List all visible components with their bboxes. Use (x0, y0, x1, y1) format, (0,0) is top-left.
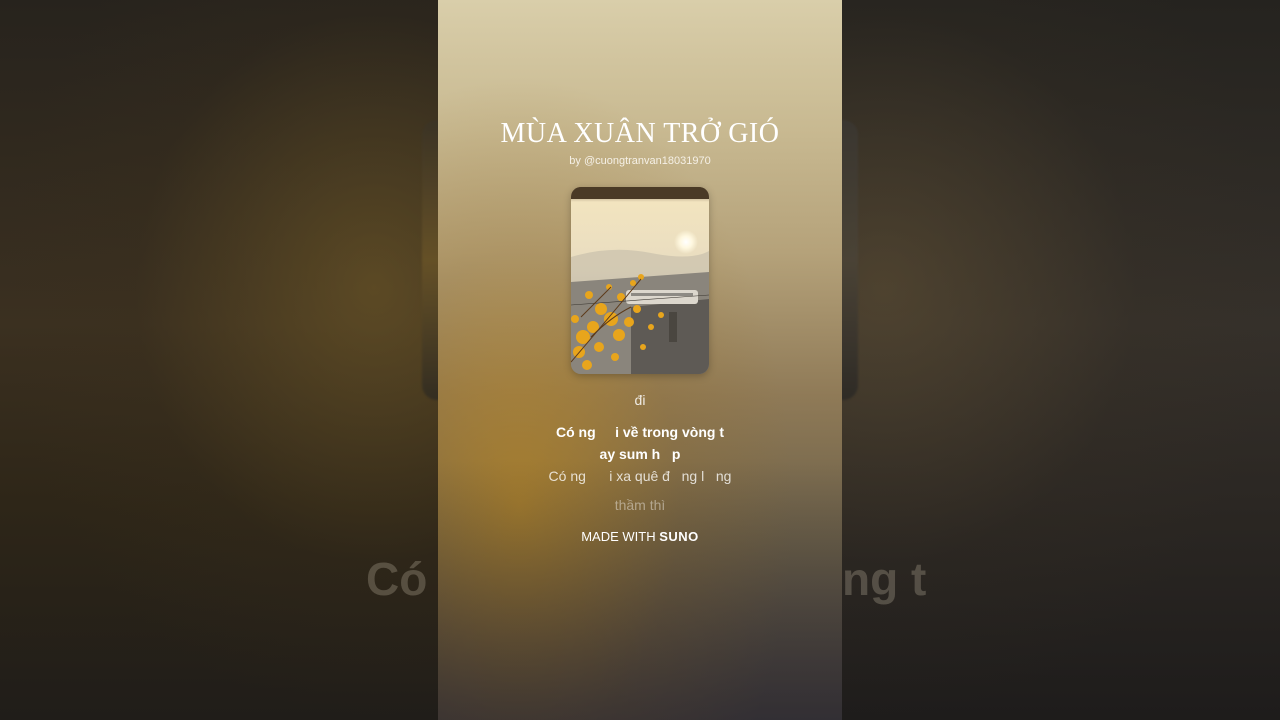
suno-brand: SUNO (659, 529, 699, 544)
made-with-suno-badge: MADE WITH SUNO (438, 529, 842, 544)
blurred-background-left (0, 0, 440, 720)
artist-byline: by @cuongtranvan18031970 (569, 155, 711, 167)
lyric-upcoming-line: thầm thì (614, 497, 666, 513)
song-title: MÙA XUÂN TRỞ GIÓ (500, 118, 780, 149)
blurred-background-right (840, 0, 1280, 720)
lyric-previous-line: đi (634, 392, 646, 408)
album-cover-image (571, 187, 709, 374)
album-cover (571, 187, 709, 374)
lyric-next-line: Có ng i xa quê đ ng l ng (548, 468, 732, 484)
lyric-current-line-2: ay sum h p (599, 446, 681, 462)
blurred-lyric-left: Có (366, 553, 428, 605)
video-frame: Có ng t MÙA XUÂN TRỞ GIÓ by @cuongtranva… (0, 0, 1280, 720)
lyric-current-line: Có ng i về trong vòng t ay sum h p (438, 421, 842, 465)
blurred-lyric-right: ng t (842, 553, 927, 605)
made-with-label: MADE WITH (581, 529, 656, 544)
lyric-current-line-1: Có ng i về trong vòng t (556, 424, 724, 440)
lyric-video-panel: MÙA XUÂN TRỞ GIÓ by @cuongtranvan1803197… (438, 0, 842, 720)
